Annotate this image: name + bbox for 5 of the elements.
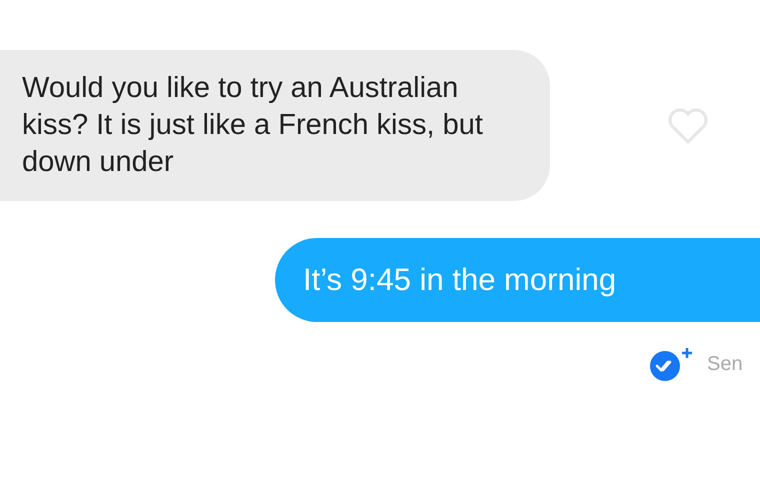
heart-icon[interactable] xyxy=(666,106,710,146)
read-receipt-icon xyxy=(647,346,695,382)
message-bubble: Would you like to try an Australian kiss? It is just like a French kiss, but down under xyxy=(0,50,550,201)
message-bubble: It’s 9:45 in the morning xyxy=(275,238,760,322)
message-status: Sen xyxy=(707,352,744,376)
